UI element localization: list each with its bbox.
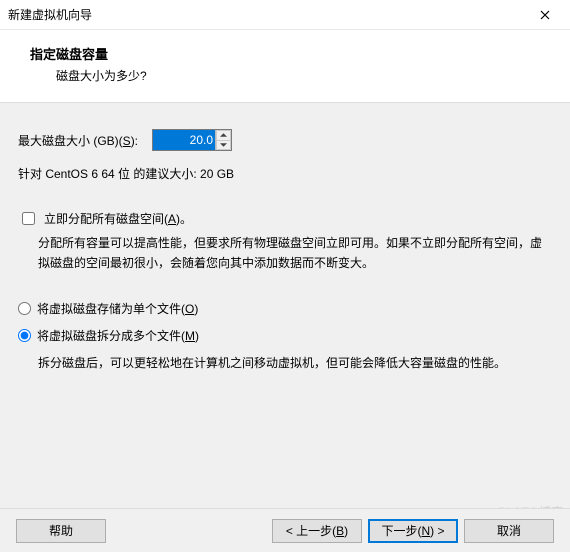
page-heading: 指定磁盘容量: [30, 44, 550, 63]
allocate-now-row: 立即分配所有磁盘空间(A)。: [18, 210, 552, 228]
allocate-now-checkbox[interactable]: [22, 212, 35, 225]
allocate-now-label[interactable]: 立即分配所有磁盘空间(A)。: [44, 210, 192, 227]
store-split-label[interactable]: 将虚拟磁盘拆分成多个文件(M): [37, 327, 199, 344]
allocate-now-desc: 分配所有容量可以提高性能，但要求所有物理磁盘空间立即可用。如果不立即分配所有空间…: [38, 234, 552, 274]
wizard-content: 最大磁盘大小 (GB)(S): 针对 CentOS 6 64 位 的建议大小: …: [0, 103, 570, 523]
disk-size-label: 最大磁盘大小 (GB)(S):: [18, 132, 138, 149]
disk-size-row: 最大磁盘大小 (GB)(S):: [18, 129, 552, 151]
spinner-up[interactable]: [216, 130, 231, 140]
store-single-label[interactable]: 将虚拟磁盘存储为单个文件(O): [37, 300, 198, 317]
store-split-radio[interactable]: [18, 329, 31, 342]
spinner-down[interactable]: [216, 140, 231, 151]
window-title: 新建虚拟机向导: [8, 6, 92, 23]
store-single-row: 将虚拟磁盘存储为单个文件(O): [18, 300, 552, 317]
store-split-desc: 拆分磁盘后，可以更轻松地在计算机之间移动虚拟机，但可能会降低大容量磁盘的性能。: [38, 354, 552, 374]
store-single-radio[interactable]: [18, 302, 31, 315]
disk-store-group: 将虚拟磁盘存储为单个文件(O) 将虚拟磁盘拆分成多个文件(M) 拆分磁盘后，可以…: [18, 300, 552, 374]
help-button[interactable]: 帮助: [16, 519, 106, 543]
cancel-button[interactable]: 取消: [464, 519, 554, 543]
chevron-down-icon: [220, 143, 227, 147]
spinner-buttons: [215, 130, 231, 150]
close-icon: [540, 10, 550, 20]
store-split-row: 将虚拟磁盘拆分成多个文件(M): [18, 327, 552, 344]
next-button[interactable]: 下一步(N) >: [368, 519, 458, 543]
page-subheading: 磁盘大小为多少?: [56, 67, 550, 84]
close-button[interactable]: [530, 0, 560, 30]
disk-size-spinner: [144, 129, 232, 151]
chevron-up-icon: [220, 133, 227, 137]
titlebar: 新建虚拟机向导: [0, 0, 570, 30]
wizard-header: 指定磁盘容量 磁盘大小为多少?: [0, 30, 570, 103]
recommended-size: 针对 CentOS 6 64 位 的建议大小: 20 GB: [18, 165, 552, 182]
back-button[interactable]: < 上一步(B): [272, 519, 362, 543]
wizard-footer: 帮助 < 上一步(B) 下一步(N) > 取消: [0, 508, 570, 552]
